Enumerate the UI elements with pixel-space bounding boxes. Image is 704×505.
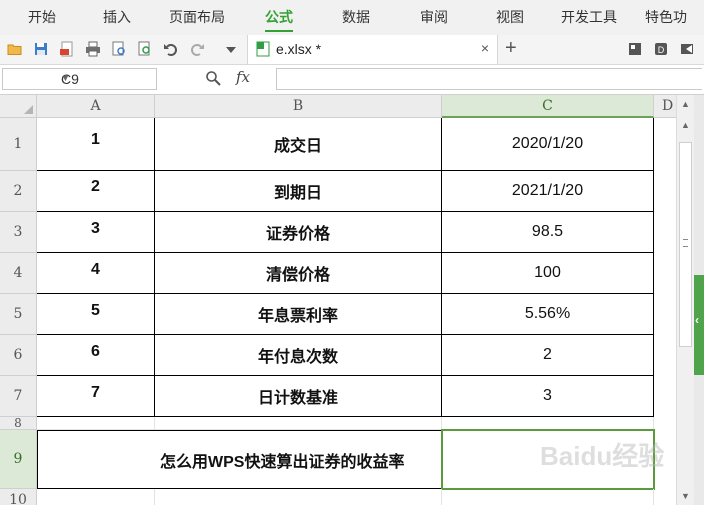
cell-a7[interactable]: 7 xyxy=(37,376,155,417)
row-header-5[interactable]: 5 xyxy=(0,294,37,335)
close-tab-icon[interactable]: × xyxy=(481,40,489,56)
cell-a10[interactable] xyxy=(37,489,155,505)
document-tab[interactable]: e.xlsx * × xyxy=(247,35,498,64)
svg-text:D: D xyxy=(658,45,665,55)
cell-b7[interactable]: 日计数基准 xyxy=(155,376,442,417)
formula-bar: C9 ▼ fx xyxy=(0,65,704,95)
menu-insert[interactable]: 插入 xyxy=(103,0,131,35)
cell-a2[interactable]: 2 xyxy=(37,171,155,212)
cell-c5[interactable]: 5.56% xyxy=(442,294,654,335)
cell-b8[interactable] xyxy=(155,417,442,430)
baidu-watermark: Baidu经验 xyxy=(540,441,664,471)
cell-c2[interactable]: 2021/1/20 xyxy=(442,171,654,212)
menu-formulas[interactable]: 公式 xyxy=(265,0,293,35)
doc-mode-icon[interactable]: D xyxy=(652,40,670,58)
chevron-down-icon[interactable]: ▼ xyxy=(61,73,152,83)
cell-b4[interactable]: 清偿价格 xyxy=(155,253,442,294)
row-header-7[interactable]: 7 xyxy=(0,376,37,417)
cell-a4[interactable]: 4 xyxy=(37,253,155,294)
redo-icon[interactable] xyxy=(188,40,206,58)
row-header-6[interactable]: 6 xyxy=(0,335,37,376)
menu-home[interactable]: 开始 xyxy=(28,0,56,35)
cell-b1[interactable]: 成交日 xyxy=(155,118,442,171)
side-panel-strip xyxy=(694,95,704,505)
scroll-down-icon[interactable]: ▼ xyxy=(681,491,690,501)
print-icon[interactable] xyxy=(84,40,102,58)
export-pdf-icon[interactable] xyxy=(58,40,76,58)
spreadsheet-file-icon xyxy=(256,41,270,57)
cell-b5[interactable]: 年息票利率 xyxy=(155,294,442,335)
cell-c4[interactable]: 100 xyxy=(442,253,654,294)
save-icon[interactable] xyxy=(32,40,50,58)
cell-a3[interactable]: 3 xyxy=(37,212,155,253)
new-tab-button[interactable]: + xyxy=(505,31,517,66)
row-header-3[interactable]: 3 xyxy=(0,212,37,253)
row-header-1[interactable]: 1 xyxy=(0,118,37,171)
menu-page-layout[interactable]: 页面布局 xyxy=(169,0,225,35)
cell-b10[interactable] xyxy=(155,489,442,505)
cell-b2[interactable]: 到期日 xyxy=(155,171,442,212)
select-all-corner[interactable] xyxy=(0,95,37,118)
cell-c6[interactable]: 2 xyxy=(442,335,654,376)
side-panel-toggle[interactable] xyxy=(694,275,704,375)
column-header-c[interactable]: C xyxy=(442,95,654,118)
find-icon[interactable] xyxy=(136,40,154,58)
share-icon[interactable] xyxy=(678,40,696,58)
window-layout-icon[interactable] xyxy=(626,40,644,58)
row-header-8[interactable]: 8 xyxy=(0,416,37,430)
undo-icon[interactable] xyxy=(162,40,180,58)
scroll-up-icon[interactable]: ▲ xyxy=(681,99,690,109)
row-header-10[interactable]: 10 xyxy=(0,489,37,505)
document-tab-title: e.xlsx * xyxy=(276,41,322,57)
column-header-b[interactable]: B xyxy=(155,95,442,118)
scroll-up-arrow-icon[interactable]: ▲ xyxy=(681,120,690,130)
row-header-4[interactable]: 4 xyxy=(0,253,37,294)
insert-function-button[interactable]: fx xyxy=(236,68,250,86)
column-header-d[interactable]: D xyxy=(654,95,676,118)
cell-c1[interactable]: 2020/1/20 xyxy=(442,118,654,171)
cell-a6[interactable]: 6 xyxy=(37,335,155,376)
open-folder-icon[interactable] xyxy=(6,40,24,58)
ribbon-menu-bar: 开始 插入 页面布局 公式 数据 审阅 视图 开发工具 特色功 xyxy=(0,0,704,35)
column-header-a[interactable]: A xyxy=(37,95,155,118)
cell-b3[interactable]: 证券价格 xyxy=(155,212,442,253)
menu-features[interactable]: 特色功 xyxy=(645,0,687,35)
cell-c7[interactable]: 3 xyxy=(442,376,654,417)
cell-a5[interactable]: 5 xyxy=(37,294,155,335)
formula-input[interactable] xyxy=(276,68,702,90)
quick-access-toolbar: e.xlsx * × + D xyxy=(0,35,704,65)
menu-data[interactable]: 数据 xyxy=(342,0,370,35)
scrollbar-thumb[interactable] xyxy=(679,142,692,347)
cell-a8[interactable] xyxy=(37,417,155,430)
menu-review[interactable]: 审阅 xyxy=(420,0,448,35)
name-box[interactable]: C9 ▼ xyxy=(2,68,157,90)
cell-b6[interactable]: 年付息次数 xyxy=(155,335,442,376)
cell-c3[interactable]: 98.5 xyxy=(442,212,654,253)
menu-developer[interactable]: 开发工具 xyxy=(561,0,617,35)
zoom-icon[interactable] xyxy=(205,70,221,86)
cell-c10[interactable] xyxy=(442,489,654,505)
row-header-9[interactable]: 9 xyxy=(0,430,37,489)
cell-a9-b9-merged[interactable]: 怎么用WPS快速算出证券的收益率 xyxy=(37,430,442,489)
customize-dropdown-icon[interactable] xyxy=(222,40,240,58)
print-preview-icon[interactable] xyxy=(110,40,128,58)
row-header-2[interactable]: 2 xyxy=(0,171,37,212)
watermark-text: Baidu经验 xyxy=(540,441,664,471)
cell-a1[interactable]: 1 xyxy=(37,118,155,171)
menu-view[interactable]: 视图 xyxy=(496,0,524,35)
